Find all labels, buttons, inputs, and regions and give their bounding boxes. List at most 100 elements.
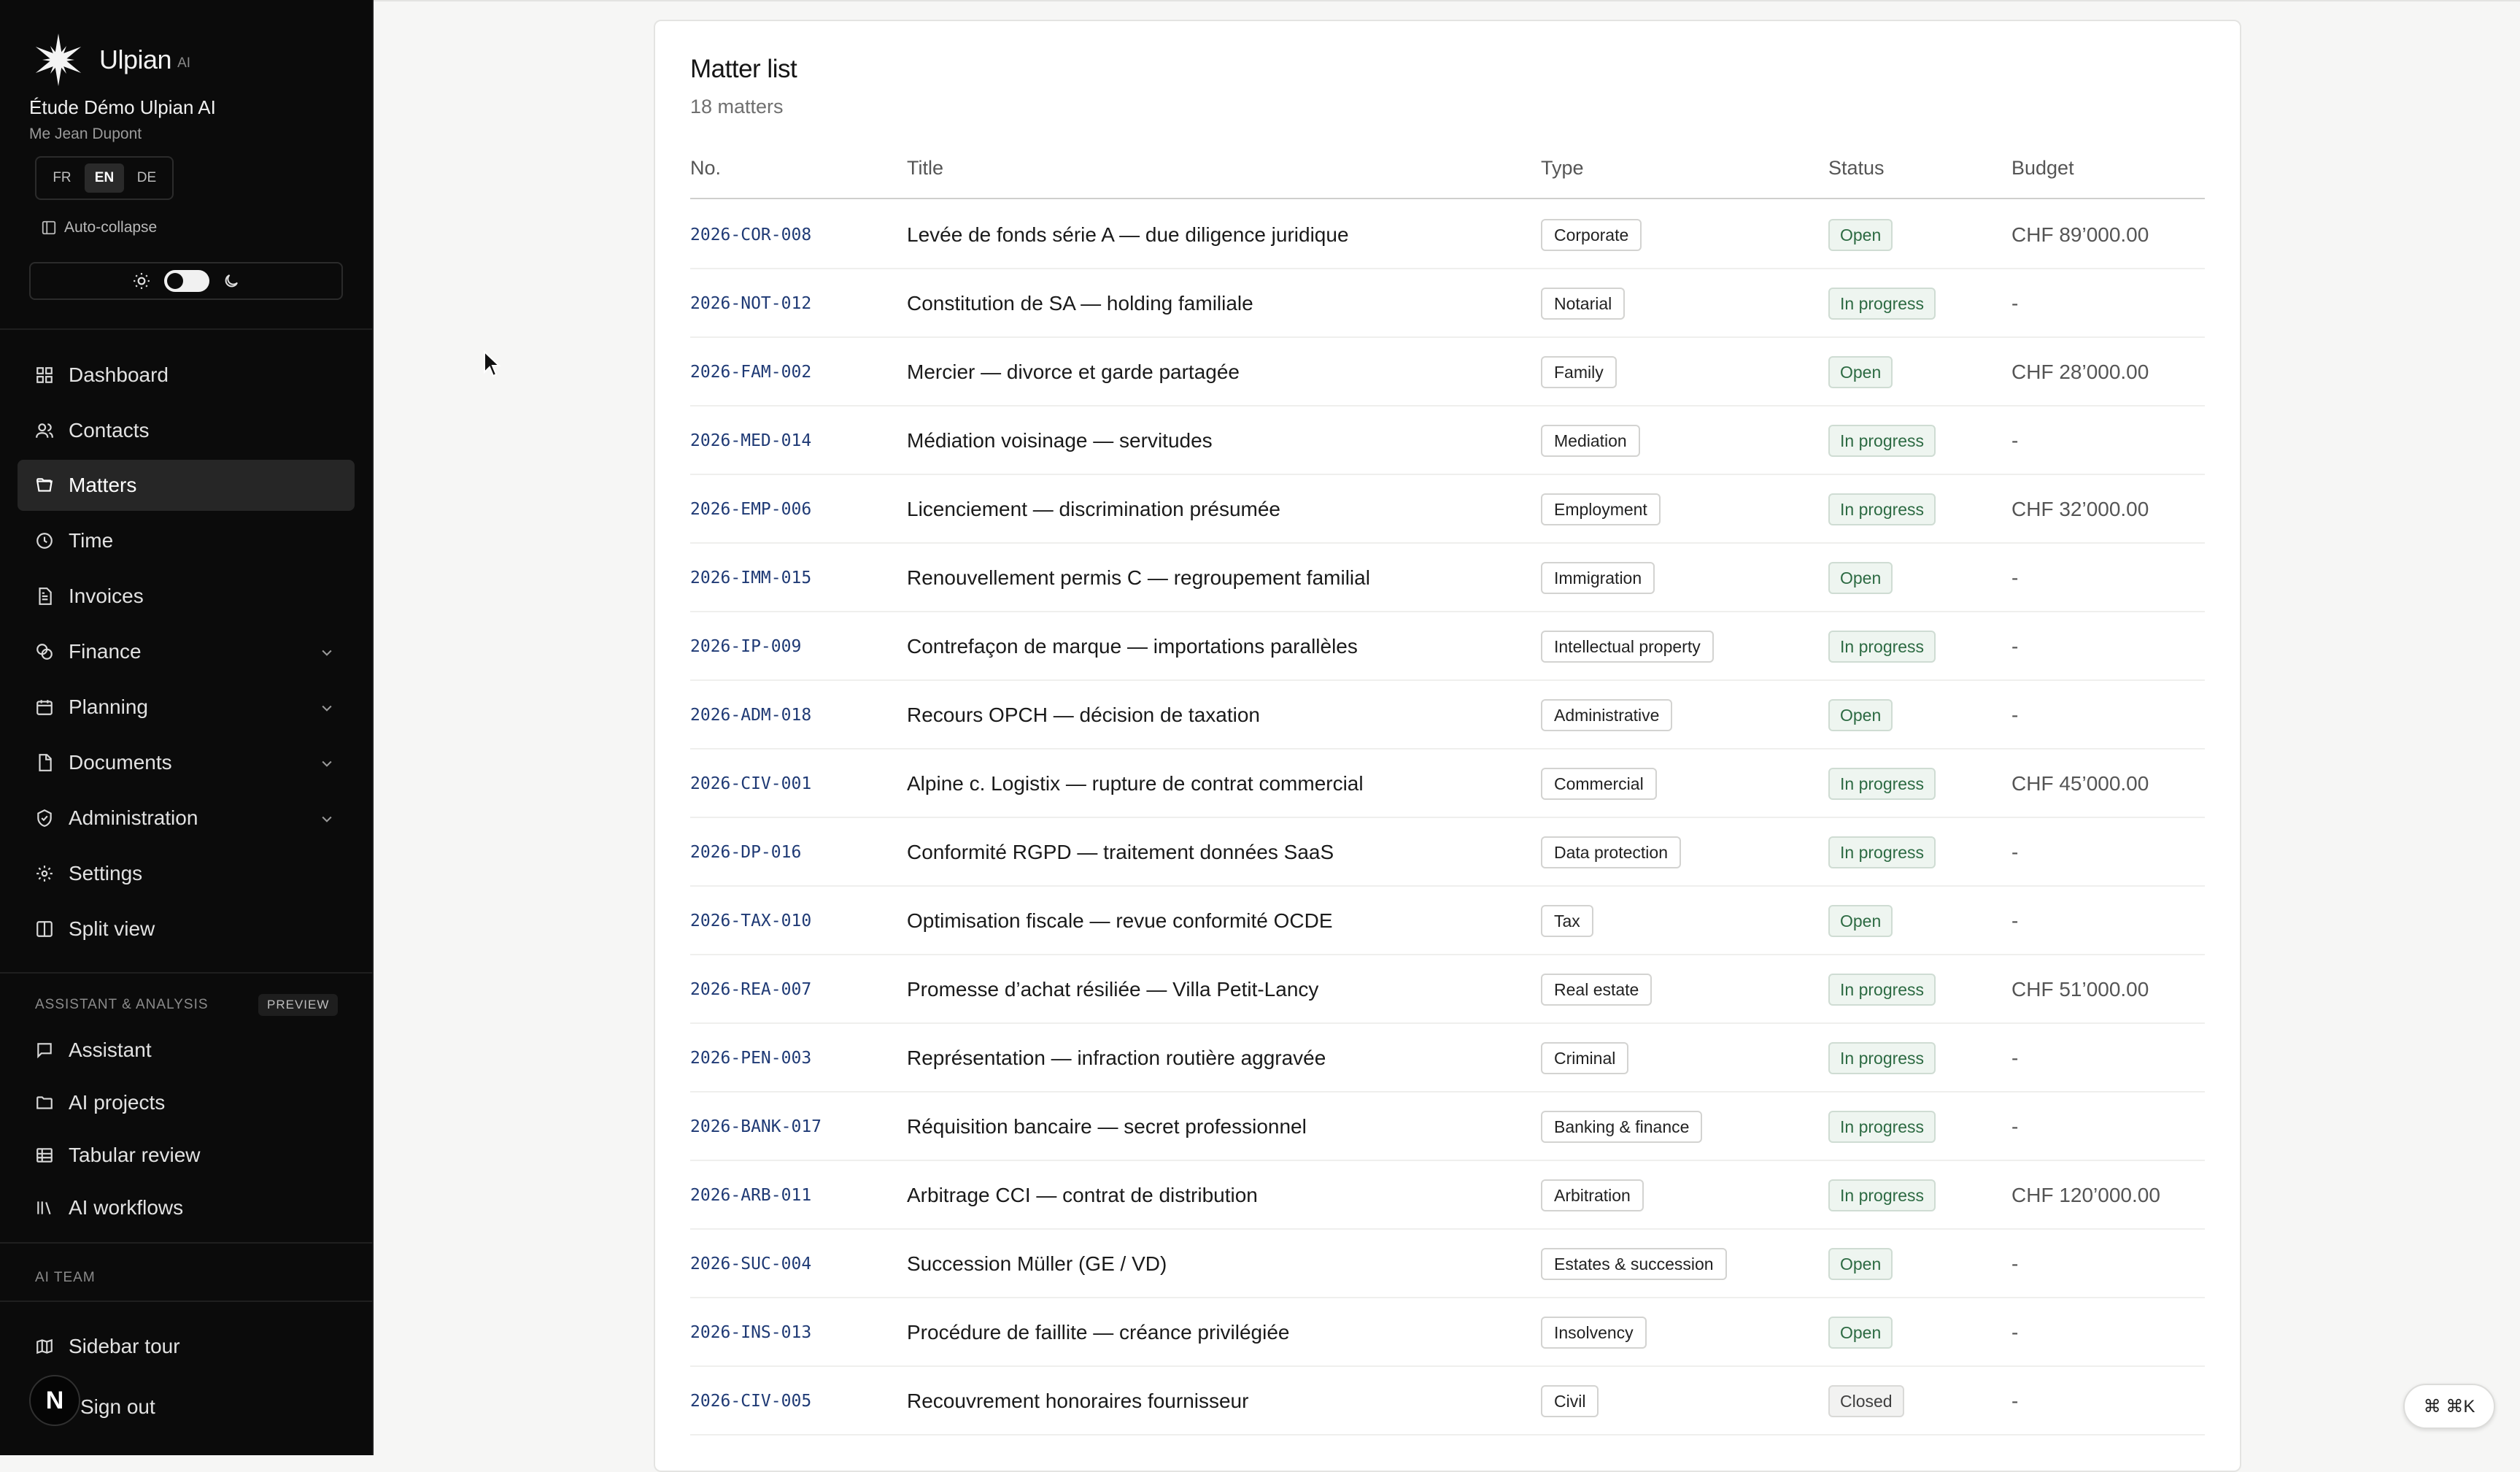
nav-ai-workflows[interactable]: AI workflows: [18, 1182, 355, 1233]
column-header-type[interactable]: Type: [1541, 157, 1584, 180]
brand-logo[interactable]: Ulpian AI: [29, 31, 190, 89]
column-header-status[interactable]: Status: [1828, 157, 1885, 180]
avatar[interactable]: N: [29, 1375, 80, 1426]
command-palette-button[interactable]: ⌘ ⌘K: [2403, 1384, 2495, 1429]
table-row[interactable]: 2026-IP-009 Contrefaçon de marque — impor…: [690, 612, 2205, 681]
table-row[interactable]: 2026-COR-008 Levée de fonds série A — due…: [690, 201, 2205, 269]
matter-title[interactable]: Procédure de faillite — créance privilég…: [907, 1298, 1290, 1367]
matter-title[interactable]: Mercier — divorce et garde partagée: [907, 338, 1240, 406]
status-cell: In progress: [1828, 612, 1936, 681]
column-header-title[interactable]: Title: [907, 157, 943, 180]
matter-number-link[interactable]: 2026-CIV-005: [690, 1367, 811, 1436]
nav-documents[interactable]: Documents: [18, 737, 355, 788]
nav-label: Documents: [69, 751, 172, 774]
budget-value: CHF 45’000.00: [2011, 772, 2149, 795]
matter-title[interactable]: Contrefaçon de marque — importations par…: [907, 612, 1358, 681]
table-row[interactable]: 2026-ARB-011 Arbitrage CCI — contrat de d…: [690, 1161, 2205, 1230]
column-header-budget[interactable]: Budget: [2011, 157, 2074, 180]
status-badge: In progress: [1828, 493, 1936, 525]
matter-number-link[interactable]: 2026-IMM-015: [690, 544, 811, 612]
type-cell: Insolvency: [1541, 1298, 1647, 1367]
table-row[interactable]: 2026-IMM-015 Renouvellement permis C — re…: [690, 544, 2205, 612]
nav-settings[interactable]: Settings: [18, 848, 355, 899]
nav-time[interactable]: Time: [18, 515, 355, 566]
main-top-border: [374, 0, 2520, 1]
table-row[interactable]: 2026-FAM-002 Mercier — divorce et garde p…: [690, 338, 2205, 406]
table-row[interactable]: 2026-NOT-012 Constitution de SA — holding…: [690, 269, 2205, 338]
nav-assistant[interactable]: Assistant: [18, 1025, 355, 1076]
nav-label: Planning: [69, 695, 148, 718]
table-row[interactable]: 2026-CIV-001 Alpine c. Logistix — rupture…: [690, 750, 2205, 818]
budget-value: -: [2011, 292, 2019, 315]
matter-number-link[interactable]: 2026-REA-007: [690, 955, 811, 1024]
table-row[interactable]: 2026-TAX-010 Optimisation fiscale — revue…: [690, 887, 2205, 955]
table-row[interactable]: 2026-REA-007 Promesse d’achat résiliée — …: [690, 955, 2205, 1024]
nav-sidebar-tour[interactable]: Sidebar tour: [18, 1321, 355, 1372]
matter-title[interactable]: Arbitrage CCI — contrat de distribution: [907, 1161, 1258, 1230]
table-row[interactable]: 2026-INS-013 Procédure de faillite — créa…: [690, 1298, 2205, 1367]
language-de-button[interactable]: DE: [127, 163, 166, 193]
status-cell: Open: [1828, 1298, 1893, 1367]
matter-title[interactable]: Levée de fonds série A — due diligence j…: [907, 201, 1349, 269]
matter-title[interactable]: Réquisition bancaire — secret profession…: [907, 1093, 1307, 1161]
matter-title[interactable]: Médiation voisinage — servitudes: [907, 406, 1213, 475]
table-row[interactable]: 2026-PEN-003 Représentation — infraction …: [690, 1024, 2205, 1093]
matter-number-link[interactable]: 2026-EMP-006: [690, 475, 811, 544]
nav-contacts[interactable]: Contacts: [18, 405, 355, 456]
nav-ai-projects[interactable]: AI projects: [18, 1077, 355, 1128]
folder-icon: [36, 1096, 53, 1109]
matter-number-link[interactable]: 2026-NOT-012: [690, 269, 811, 338]
matter-number-link[interactable]: 2026-PEN-003: [690, 1024, 811, 1093]
matter-number-link[interactable]: 2026-COR-008: [690, 201, 811, 269]
nav-finance[interactable]: Finance: [18, 626, 355, 677]
matter-title[interactable]: Renouvellement permis C — regroupement f…: [907, 544, 1370, 612]
nav-dashboard[interactable]: Dashboard: [18, 350, 355, 401]
matter-number-link[interactable]: 2026-ARB-011: [690, 1161, 811, 1230]
status-cell: In progress: [1828, 818, 1936, 887]
table-row[interactable]: 2026-CIV-005 Recouvrement honoraires four…: [690, 1367, 2205, 1436]
status-cell: Closed: [1828, 1367, 1904, 1436]
auto-collapse-toggle[interactable]: Auto-collapse: [41, 219, 157, 236]
matter-title[interactable]: Promesse d’achat résiliée — Villa Petit-…: [907, 955, 1318, 1024]
matter-number-link[interactable]: 2026-FAM-002: [690, 338, 811, 406]
matter-number-link[interactable]: 2026-MED-014: [690, 406, 811, 475]
table-row[interactable]: 2026-SUC-004 Succession Müller (GE / VD) E…: [690, 1230, 2205, 1298]
table-row[interactable]: 2026-ADM-018 Recours OPCH — décision de t…: [690, 681, 2205, 750]
matter-number-link[interactable]: 2026-CIV-001: [690, 750, 811, 818]
nav-split-view[interactable]: Split view: [18, 903, 355, 955]
budget-value: -: [2011, 704, 2019, 726]
matter-title[interactable]: Alpine c. Logistix — rupture de contrat …: [907, 750, 1364, 818]
theme-toggle[interactable]: [164, 270, 209, 292]
matter-title[interactable]: Succession Müller (GE / VD): [907, 1230, 1167, 1298]
table-row[interactable]: 2026-DP-016 Conformité RGPD — traitement …: [690, 818, 2205, 887]
column-header-no[interactable]: No.: [690, 157, 721, 180]
sidebar-divider: [0, 972, 374, 974]
table-row[interactable]: 2026-EMP-006 Licenciement — discriminatio…: [690, 475, 2205, 544]
language-fr-button[interactable]: FR: [42, 163, 82, 193]
matter-title[interactable]: Recours OPCH — décision de taxation: [907, 681, 1260, 750]
matter-number-link[interactable]: 2026-DP-016: [690, 818, 801, 887]
matter-title[interactable]: Constitution de SA — holding familiale: [907, 269, 1253, 338]
matter-number-link[interactable]: 2026-INS-013: [690, 1298, 811, 1367]
nav-tabular-review[interactable]: Tabular review: [18, 1130, 355, 1181]
nav-matters[interactable]: Matters: [18, 460, 355, 511]
table-row[interactable]: 2026-MED-014 Médiation voisinage — servit…: [690, 406, 2205, 475]
sign-out-button[interactable]: Sign out: [80, 1395, 155, 1419]
matter-title[interactable]: Conformité RGPD — traitement données Saa…: [907, 818, 1334, 887]
matter-number-link[interactable]: 2026-SUC-004: [690, 1230, 811, 1298]
toggle-knob: [167, 273, 183, 289]
language-en-button[interactable]: EN: [85, 163, 124, 193]
matter-title[interactable]: Représentation — infraction routière agg…: [907, 1024, 1326, 1093]
matter-title[interactable]: Recouvrement honoraires fournisseur: [907, 1367, 1248, 1436]
nav-administration[interactable]: Administration: [18, 793, 355, 844]
matter-number-link[interactable]: 2026-BANK-017: [690, 1093, 822, 1161]
nav-label: Contacts: [69, 419, 150, 442]
matter-title[interactable]: Optimisation fiscale — revue conformité …: [907, 887, 1333, 955]
table-row[interactable]: 2026-BANK-017 Réquisition bancaire — secr…: [690, 1093, 2205, 1161]
matter-number-link[interactable]: 2026-IP-009: [690, 612, 801, 681]
matter-number-link[interactable]: 2026-TAX-010: [690, 887, 811, 955]
matter-number-link[interactable]: 2026-ADM-018: [690, 681, 811, 750]
nav-invoices[interactable]: Invoices: [18, 571, 355, 622]
matter-title[interactable]: Licenciement — discrimination présumée: [907, 475, 1280, 544]
nav-planning[interactable]: Planning: [18, 682, 355, 733]
